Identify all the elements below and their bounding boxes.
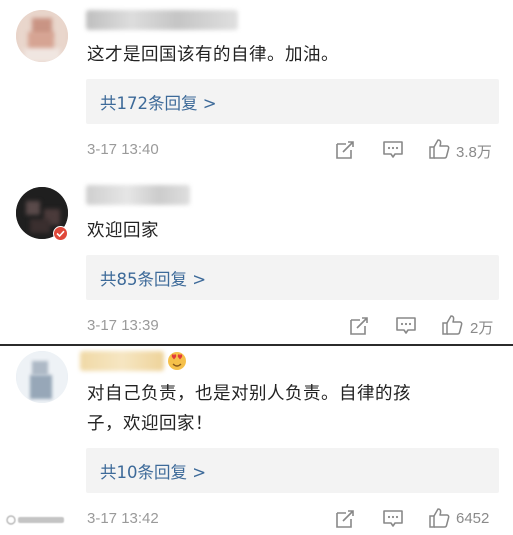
comment-text-line-1: 对自己负责，也是对别人负责。自律的孩 bbox=[87, 384, 411, 404]
verified-badge-icon bbox=[53, 226, 68, 241]
username-redacted[interactable] bbox=[80, 351, 164, 371]
comment-item: 欢迎回家 共85条回复 > 3-17 13:39 2万 bbox=[0, 175, 513, 343]
like-count: 3.8万 bbox=[456, 144, 492, 161]
watermark-icon bbox=[6, 515, 64, 525]
thumbs-up-icon[interactable] bbox=[428, 138, 450, 160]
comment-icon[interactable] bbox=[382, 508, 404, 530]
username-redacted[interactable] bbox=[86, 10, 238, 30]
comment-timestamp: 3-17 13:40 bbox=[87, 141, 159, 158]
comment-item: 对自己负责，也是对别人负责。自律的孩 子，欢迎回家！ 共10条回复 > 3-17… bbox=[0, 345, 513, 535]
like-count: 6452 bbox=[456, 510, 490, 527]
view-replies-link[interactable]: 共10条回复 > bbox=[100, 459, 206, 483]
comment-text: 这才是回国该有的自律。加油。 bbox=[87, 45, 339, 65]
view-replies-link[interactable]: 共85条回复 > bbox=[100, 266, 206, 290]
share-icon[interactable] bbox=[334, 508, 356, 530]
comment-icon[interactable] bbox=[395, 315, 417, 337]
comment-text-line-2: 子，欢迎回家！ bbox=[87, 414, 213, 434]
share-icon[interactable] bbox=[334, 139, 356, 161]
comment-timestamp: 3-17 13:42 bbox=[87, 510, 159, 527]
avatar[interactable] bbox=[16, 351, 68, 403]
thumbs-up-icon[interactable] bbox=[428, 507, 450, 529]
replies-box[interactable]: 共10条回复 > bbox=[86, 448, 499, 493]
username-redacted[interactable] bbox=[86, 185, 190, 205]
comment-icon[interactable] bbox=[382, 139, 404, 161]
avatar[interactable] bbox=[16, 10, 68, 62]
comment-item: 这才是回国该有的自律。加油。 共172条回复 > 3-17 13:40 3.8万 bbox=[0, 0, 513, 170]
view-replies-link[interactable]: 共172条回复 > bbox=[100, 90, 217, 114]
thumbs-up-icon[interactable] bbox=[441, 314, 463, 336]
replies-box[interactable]: 共85条回复 > bbox=[86, 255, 499, 300]
watermark-logo bbox=[6, 514, 66, 529]
emoji-badge-icon bbox=[168, 352, 186, 370]
share-icon[interactable] bbox=[348, 315, 370, 337]
like-count: 2万 bbox=[470, 320, 494, 337]
comment-text: 欢迎回家 bbox=[87, 221, 159, 241]
comment-timestamp: 3-17 13:39 bbox=[87, 317, 159, 334]
replies-box[interactable]: 共172条回复 > bbox=[86, 79, 499, 124]
